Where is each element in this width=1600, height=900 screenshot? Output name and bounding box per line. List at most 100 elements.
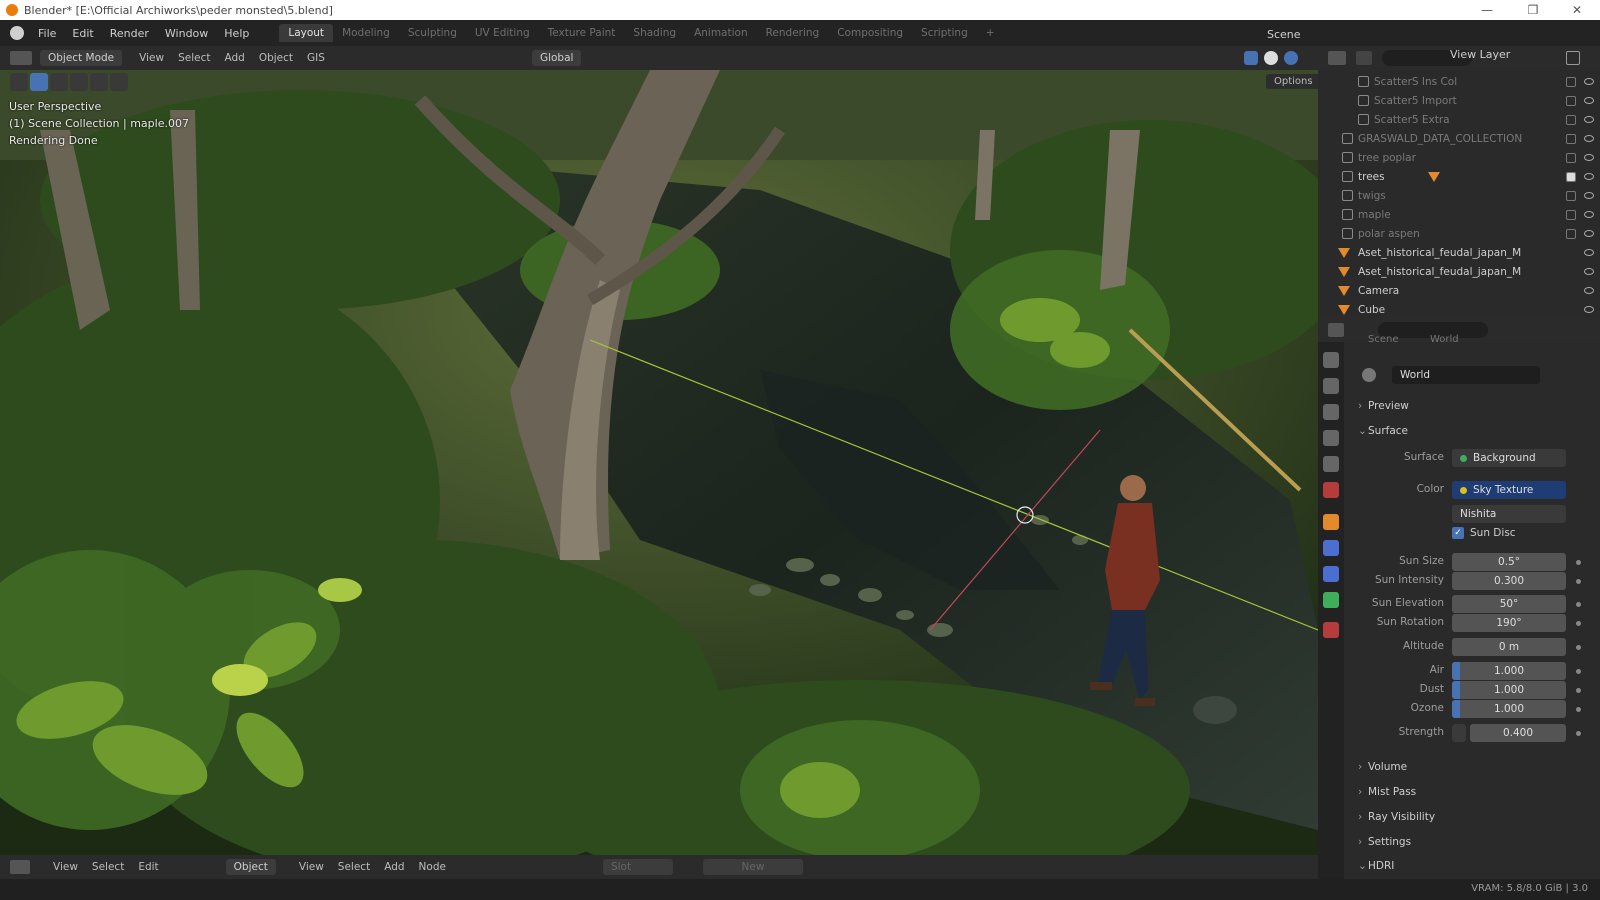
- tab-shading[interactable]: Shading: [624, 24, 685, 42]
- ray-visibility-section[interactable]: › Ray Visibility: [1358, 806, 1594, 828]
- surface-shader-field[interactable]: Background: [1452, 449, 1566, 467]
- sun-rotation-field[interactable]: 190°: [1452, 614, 1566, 632]
- blender-menu-icon[interactable]: [10, 26, 24, 40]
- air-slider[interactable]: 1.000: [1452, 662, 1566, 680]
- outliner-item[interactable]: trees: [1318, 167, 1600, 186]
- tab-particles-icon[interactable]: [1323, 566, 1339, 582]
- shader-type-dropdown[interactable]: Object: [225, 859, 276, 875]
- sky-type-dropdown[interactable]: Nishita: [1452, 505, 1566, 523]
- editor-type-icon[interactable]: [10, 51, 32, 65]
- tab-compositing[interactable]: Compositing: [828, 24, 912, 42]
- preview-section[interactable]: › Preview: [1358, 395, 1594, 417]
- scene-selector[interactable]: Scene: [1267, 28, 1301, 41]
- sun-elevation-field[interactable]: 50°: [1452, 595, 1566, 613]
- tab-layout[interactable]: Layout: [279, 24, 334, 42]
- world-browse-icon[interactable]: [1362, 368, 1376, 382]
- outliner-item[interactable]: Camera: [1318, 281, 1600, 300]
- 3d-viewport[interactable]: [0, 70, 1318, 855]
- editor-type-icon[interactable]: [1328, 323, 1344, 337]
- tab-scripting[interactable]: Scripting: [912, 24, 977, 42]
- outliner-item[interactable]: Aset_historical_feudal_japan_M: [1318, 243, 1600, 262]
- tab-world-icon[interactable]: [1323, 482, 1339, 498]
- dust-slider[interactable]: 1.000: [1452, 681, 1566, 699]
- mist-pass-section[interactable]: › Mist Pass: [1358, 781, 1594, 803]
- tab-texture-icon[interactable]: [1323, 622, 1339, 638]
- menu-help[interactable]: Help: [216, 27, 257, 40]
- mode-dropdown[interactable]: Object Mode: [40, 50, 123, 66]
- tab-modeling[interactable]: Modeling: [333, 24, 399, 42]
- maximize-button[interactable]: ❐: [1510, 0, 1556, 20]
- outliner-item[interactable]: ScatterS Ins Col: [1318, 72, 1600, 91]
- keyframe-dot-icon[interactable]: [1576, 707, 1581, 712]
- select-extend-icon[interactable]: [50, 73, 68, 91]
- transform-orientation-dropdown[interactable]: Global: [531, 50, 582, 66]
- tab-output-icon[interactable]: [1323, 404, 1339, 420]
- tab-physics-icon[interactable]: [1323, 592, 1339, 608]
- menu-edit[interactable]: Edit: [64, 27, 101, 40]
- surface-section[interactable]: ⌄ Surface: [1358, 420, 1594, 442]
- select-subtract-icon[interactable]: [70, 73, 88, 91]
- node-menu-view[interactable]: View: [292, 859, 331, 875]
- outliner-item[interactable]: Scatter5 Import: [1318, 91, 1600, 110]
- minimize-button[interactable]: —: [1464, 0, 1510, 20]
- tab-modifier-icon[interactable]: [1323, 540, 1339, 556]
- tab-scene-icon[interactable]: [1323, 456, 1339, 472]
- color-input-field[interactable]: Sky Texture: [1452, 481, 1566, 499]
- outliner-item[interactable]: Scatter5 Extra: [1318, 110, 1600, 129]
- keyframe-dot-icon[interactable]: [1576, 560, 1581, 565]
- outliner-item[interactable]: maple: [1318, 205, 1600, 224]
- keyframe-dot-icon[interactable]: [1576, 579, 1581, 584]
- sun-size-field[interactable]: 0.5°: [1452, 553, 1566, 571]
- slot-dropdown[interactable]: Slot: [602, 859, 673, 875]
- close-button[interactable]: ✕: [1554, 0, 1600, 20]
- shader-menu-view[interactable]: View: [46, 859, 85, 875]
- node-menu-node[interactable]: Node: [412, 859, 453, 875]
- select-intersect-icon[interactable]: [110, 73, 128, 91]
- menu-render[interactable]: Render: [102, 27, 157, 40]
- tab-rendering[interactable]: Rendering: [757, 24, 829, 42]
- altitude-field[interactable]: 0 m: [1452, 638, 1566, 656]
- vp-menu-object[interactable]: Object: [252, 50, 300, 66]
- editor-type-icon[interactable]: [10, 860, 30, 874]
- outliner-item[interactable]: GRASWALD_DATA_COLLECTION: [1318, 129, 1600, 148]
- tab-render-icon[interactable]: [1323, 378, 1339, 394]
- filter-icon[interactable]: [1566, 51, 1580, 65]
- sun-intensity-field[interactable]: 0.300: [1452, 572, 1566, 590]
- tab-view-layer-icon[interactable]: [1323, 430, 1339, 446]
- rendered-shading-icon[interactable]: [1284, 51, 1298, 65]
- keyframe-dot-icon[interactable]: [1576, 669, 1581, 674]
- settings-section[interactable]: › Settings: [1358, 831, 1594, 853]
- hdri-section[interactable]: ⌄ HDRI: [1358, 855, 1594, 877]
- display-mode-icon[interactable]: [1356, 51, 1372, 65]
- select-tool-icon[interactable]: [10, 73, 28, 91]
- outliner-item[interactable]: tree poplar: [1318, 148, 1600, 167]
- keyframe-dot-icon[interactable]: [1576, 731, 1581, 736]
- keyframe-dot-icon[interactable]: [1576, 621, 1581, 626]
- volume-section[interactable]: › Volume: [1358, 756, 1594, 778]
- tab-sculpting[interactable]: Sculpting: [399, 24, 466, 42]
- menu-file[interactable]: File: [30, 27, 64, 40]
- node-menu-add[interactable]: Add: [377, 859, 411, 875]
- overlay-toggle-icon[interactable]: [1244, 51, 1258, 65]
- world-name-field[interactable]: World: [1392, 366, 1540, 384]
- tab-animation[interactable]: Animation: [685, 24, 757, 42]
- keyframe-dot-icon[interactable]: [1576, 602, 1581, 607]
- strength-field[interactable]: 0.400: [1470, 724, 1566, 742]
- options-button[interactable]: Options: [1266, 74, 1321, 89]
- ozone-slider[interactable]: 1.000: [1452, 700, 1566, 718]
- keyframe-dot-icon[interactable]: [1576, 688, 1581, 693]
- sun-disc-toggle[interactable]: ✓ Sun Disc: [1452, 527, 1516, 539]
- menu-window[interactable]: Window: [157, 27, 216, 40]
- outliner-item[interactable]: twigs: [1318, 186, 1600, 205]
- node-menu-select[interactable]: Select: [331, 859, 377, 875]
- keyframe-dot-icon[interactable]: [1576, 645, 1581, 650]
- select-box-icon[interactable]: [30, 73, 48, 91]
- outliner-item[interactable]: Aset_historical_feudal_japan_M: [1318, 262, 1600, 281]
- vp-menu-gis[interactable]: GIS: [300, 50, 332, 66]
- select-invert-icon[interactable]: [90, 73, 108, 91]
- strength-link-icon[interactable]: [1452, 724, 1466, 742]
- outliner-item[interactable]: polar aspen: [1318, 224, 1600, 243]
- shader-menu-select[interactable]: Select: [85, 859, 131, 875]
- add-workspace-button[interactable]: +: [977, 24, 1004, 42]
- tab-texture-paint[interactable]: Texture Paint: [539, 24, 625, 42]
